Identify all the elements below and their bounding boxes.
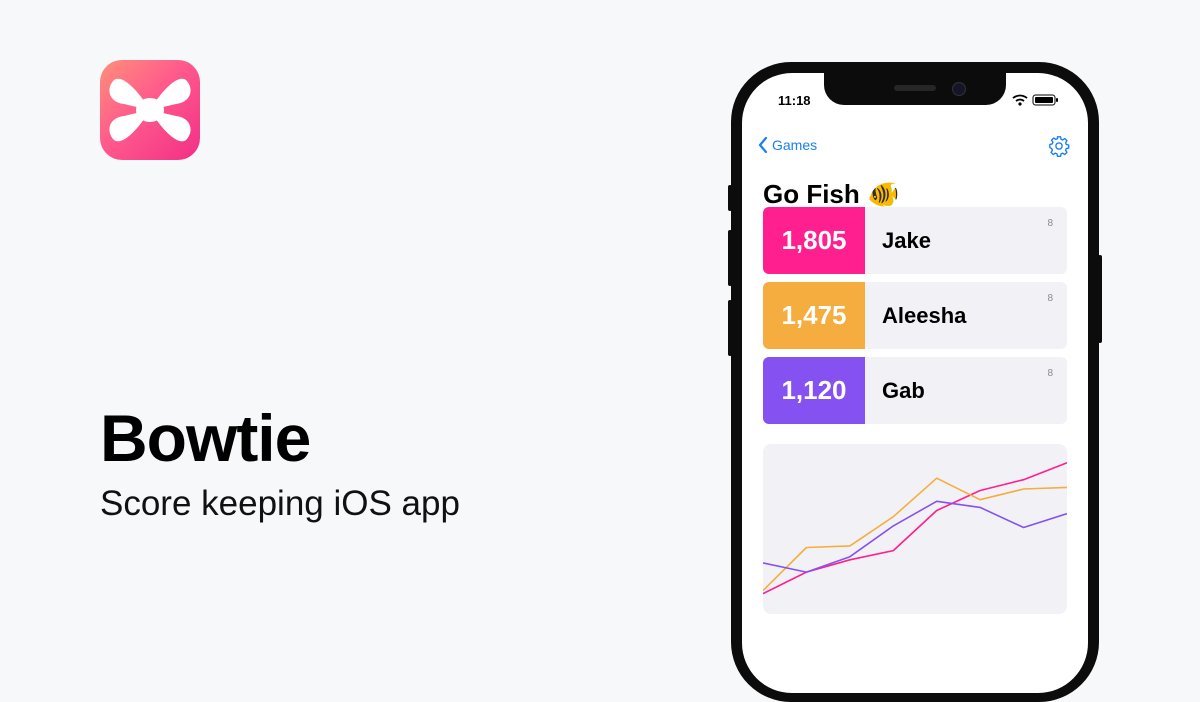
player-name: Aleesha [882, 303, 967, 328]
game-title: Go Fish 🐠 [763, 179, 900, 209]
player-rounds: 8 [1047, 218, 1053, 229]
player-rounds: 8 [1047, 368, 1053, 379]
status-time: 11:18 [778, 93, 811, 108]
phone-screen: 11:18 Games Go Fish 🐠 1,805 Jake 8 1,475… [742, 73, 1088, 693]
player-name: Gab [882, 378, 925, 403]
notch [824, 73, 1006, 105]
app-tagline: Score keeping iOS app [100, 484, 460, 523]
app-icon [100, 60, 200, 160]
player-row-gab[interactable]: 1,120 Gab 8 [763, 357, 1067, 424]
battery-icon [1032, 94, 1058, 106]
camera-icon [952, 82, 966, 96]
settings-button[interactable] [1048, 135, 1070, 162]
player-row-jake[interactable]: 1,805 Jake 8 [763, 207, 1067, 274]
wifi-icon [1012, 94, 1028, 106]
player-rounds: 8 [1047, 293, 1053, 304]
score-chart-svg [763, 462, 1067, 595]
phone-frame: 11:18 Games Go Fish 🐠 1,805 Jake 8 1,475… [731, 62, 1099, 702]
player-score: 1,120 [763, 357, 865, 424]
player-score: 1,805 [763, 207, 865, 274]
player-score: 1,475 [763, 282, 865, 349]
player-list: 1,805 Jake 8 1,475 Aleesha 8 1,120 Gab 8 [763, 207, 1067, 432]
score-chart [763, 444, 1067, 614]
chart-series-line-2 [763, 477, 1067, 592]
chevron-left-icon [758, 137, 768, 153]
gear-icon [1049, 136, 1070, 157]
back-button[interactable]: Games [758, 137, 817, 153]
back-label: Games [772, 137, 818, 153]
player-row-aleesha[interactable]: 1,475 Aleesha 8 [763, 282, 1067, 349]
bowtie-icon [109, 78, 191, 142]
player-name: Jake [882, 228, 931, 253]
chart-series-line-3 [763, 500, 1067, 573]
speaker [894, 85, 936, 91]
status-icons [1012, 93, 1062, 111]
app-name: Bowtie [100, 401, 311, 475]
chart-series-line-1 [763, 462, 1067, 595]
